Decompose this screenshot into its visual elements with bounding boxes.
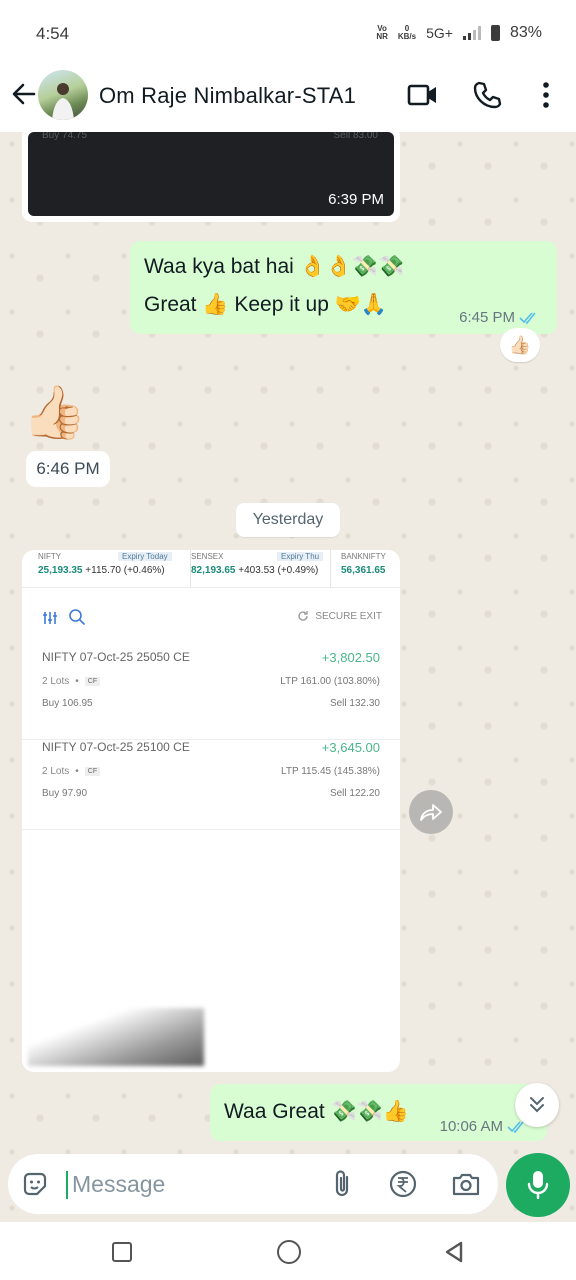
system-navigation-bar (0, 1222, 576, 1280)
message-time: 6:45 PM (459, 309, 515, 326)
voice-message-button[interactable] (506, 1153, 570, 1217)
battery-level: 83% (509, 24, 542, 41)
positions-toolbar: SECURE EXIT (42, 606, 382, 630)
message-time: 6:46 PM (26, 451, 110, 487)
position-row: NIFTY 07-Oct-25 25050 CE +3,802.50 2 Lot… (22, 650, 400, 740)
message-time: 6:39 PM (328, 191, 384, 208)
outgoing-message[interactable]: Waa Great 💸💸👍 10:06 AM (210, 1084, 547, 1141)
message-reaction[interactable]: 👍🏻 (500, 328, 540, 362)
secure-exit-label: SECURE EXIT (297, 610, 382, 622)
image-preview[interactable]: Buy 74.75 Sell 83.00 6:39 PM (28, 132, 394, 216)
message-meta: 6:45 PM (459, 309, 539, 326)
ticker-banknifty: BANKNIFTY 56,361.65 (330, 550, 400, 588)
read-receipt-icon (519, 311, 536, 324)
image-message-positions[interactable]: NIFTY Expiry Today 25,193.35 +115.70 (+0… (22, 550, 400, 1072)
image-blur-region (28, 1008, 204, 1066)
camera-icon[interactable] (451, 1170, 481, 1198)
ticker-nifty: NIFTY Expiry Today 25,193.35 +115.70 (+0… (38, 550, 188, 588)
voice-call-icon[interactable] (472, 80, 502, 110)
double-chevron-down-icon (530, 1097, 544, 1113)
message-input[interactable] (72, 1168, 312, 1200)
incoming-sticker[interactable]: 👍🏻 (22, 382, 87, 443)
image-ghost-text: Buy 74.75 (42, 132, 88, 141)
microphone-icon (527, 1171, 549, 1200)
volte-indicator: Vo NR (376, 24, 388, 41)
date-separator: Yesterday (236, 503, 340, 537)
ticker-strip: NIFTY Expiry Today 25,193.35 +115.70 (+0… (22, 550, 400, 588)
signal-icon (462, 26, 481, 40)
search-icon (69, 609, 86, 626)
status-bar: 4:54 Vo NR 0 KB/s 5G+ 83% (0, 0, 576, 64)
outgoing-message[interactable]: Waa kya bat hai 👌👌💸💸 Great 👍 Keep it up … (130, 241, 557, 334)
message-text: Waa kya bat hai 👌👌💸💸 (144, 255, 405, 278)
more-options-icon[interactable] (534, 80, 558, 110)
position-row: NIFTY 07-Oct-25 25100 CE +3,645.00 2 Lot… (22, 740, 400, 830)
rupee-payment-icon[interactable] (388, 1169, 418, 1199)
sticker-icon[interactable] (21, 1170, 49, 1198)
chat-header: Om Raje Nimbalkar-STA1 (0, 64, 576, 132)
image-message-previous[interactable]: Buy 74.75 Sell 83.00 6:39 PM (22, 132, 400, 222)
refresh-icon (298, 611, 308, 621)
contact-name[interactable]: Om Raje Nimbalkar-STA1 (99, 83, 356, 109)
attach-icon[interactable] (328, 1168, 358, 1200)
data-speed-indicator: 0 KB/s (397, 24, 417, 41)
message-time: 10:06 AM (439, 1118, 503, 1135)
home-button[interactable] (277, 1240, 301, 1264)
forward-icon (420, 804, 442, 821)
contact-avatar[interactable] (38, 70, 88, 120)
text-caret (66, 1171, 68, 1199)
image-ghost-text: Sell 83.00 (333, 132, 378, 141)
message-text: Great 👍 Keep it up 🤝🙏 (144, 293, 388, 316)
battery-icon (490, 25, 500, 41)
message-composer (8, 1154, 498, 1214)
message-text: Waa Great 💸💸👍 (224, 1100, 410, 1123)
chat-area[interactable]: Buy 74.75 Sell 83.00 6:39 PM Waa kya bat… (0, 132, 576, 1222)
back-arrow-icon[interactable] (8, 78, 40, 110)
status-time: 4:54 (36, 24, 70, 43)
network-type: 5G+ (426, 25, 453, 41)
status-icons: Vo NR 0 KB/s 5G+ 83% (376, 24, 542, 42)
recent-apps-button[interactable] (112, 1242, 132, 1262)
scroll-to-bottom-button[interactable] (515, 1083, 559, 1127)
filter-icon (43, 612, 57, 624)
forward-button[interactable] (409, 790, 453, 834)
back-triangle-icon[interactable] (442, 1240, 466, 1264)
ticker-sensex: SENSEX Expiry Thu 82,193.65 +403.53 (+0.… (190, 550, 340, 588)
message-meta: 10:06 AM (440, 1118, 527, 1135)
video-call-icon[interactable] (407, 81, 439, 109)
